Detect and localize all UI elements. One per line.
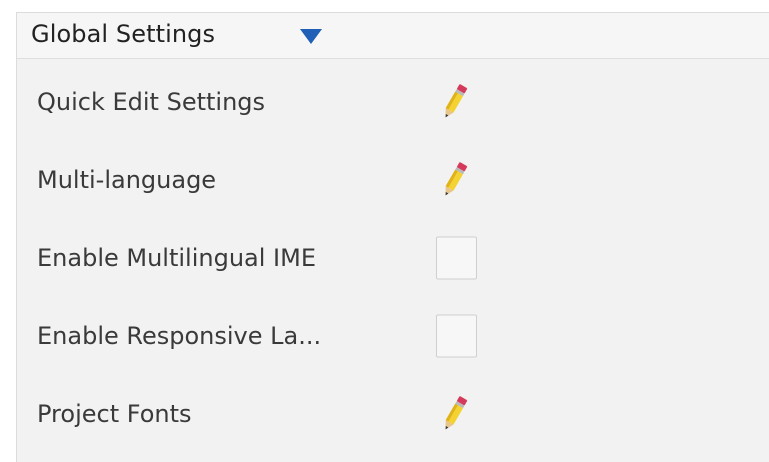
pencil-icon[interactable] — [435, 392, 475, 436]
setting-label-multi-language: Multi-language — [37, 166, 217, 194]
global-settings-title: Global Settings — [31, 20, 216, 48]
setting-row-multi-language: Multi-language — [17, 141, 769, 219]
collapse-arrow-icon[interactable] — [300, 29, 322, 44]
pencil-icon[interactable] — [435, 80, 475, 124]
setting-label-project-fonts: Project Fonts — [37, 400, 192, 428]
pencil-icon[interactable] — [435, 158, 475, 202]
setting-label-responsive-layout: Enable Responsive La... — [37, 322, 322, 350]
responsive-layout-checkbox[interactable] — [436, 314, 477, 358]
global-settings-panel: Global Settings Quick Edit Settings Mult… — [16, 12, 769, 462]
setting-label-multilingual-ime: Enable Multilingual IME — [37, 244, 316, 272]
multilingual-ime-checkbox[interactable] — [436, 236, 477, 280]
setting-label-quick-edit: Quick Edit Settings — [37, 88, 266, 116]
setting-row-responsive-layout: Enable Responsive La... — [17, 297, 769, 375]
setting-row-multilingual-ime: Enable Multilingual IME — [17, 219, 769, 297]
setting-row-quick-edit: Quick Edit Settings — [17, 63, 769, 141]
setting-row-project-fonts: Project Fonts — [17, 375, 769, 453]
global-settings-header[interactable]: Global Settings — [17, 13, 769, 59]
